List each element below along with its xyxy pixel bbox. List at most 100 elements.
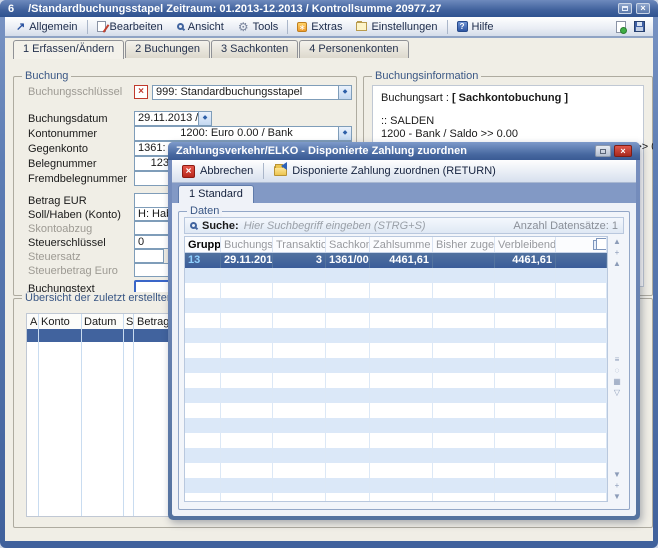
chart-icon[interactable]: ▦: [613, 376, 621, 387]
scroll-up-icon[interactable]: ▲: [613, 258, 621, 269]
dialog-table-empty-row[interactable]: [185, 358, 607, 373]
dialog-title: Zahlungsverkehr/ELKO - Disponierte Zahlu…: [176, 145, 467, 157]
dialog-table-empty-row[interactable]: [185, 268, 607, 283]
label-kontonummer: Kontonummer: [28, 128, 97, 140]
dialog-tab-standard[interactable]: 1 Standard: [178, 185, 254, 203]
tab-buchungen[interactable]: 2 Buchungen: [125, 40, 210, 58]
menu-ansicht[interactable]: Ansicht: [170, 19, 231, 35]
dialog-table-empty-row[interactable]: [185, 388, 607, 403]
close-button[interactable]: ×: [636, 3, 650, 14]
column-picker-icon[interactable]: [593, 240, 603, 250]
zuordnen-label: Disponierte Zahlung zuordnen (RETURN): [292, 165, 496, 177]
filter-icon[interactable]: ▽: [614, 387, 620, 398]
save-icon[interactable]: [634, 21, 645, 32]
tab-sachkonten[interactable]: 3 Sachkonten: [211, 40, 298, 58]
menu-label: Einstellungen: [371, 21, 437, 33]
label-buchungsdatum: Buchungsdatum: [28, 113, 108, 125]
steuersatz-field[interactable]: [134, 249, 164, 263]
ruler-icon[interactable]: ≡: [615, 354, 620, 365]
dialog-close-button[interactable]: ×: [614, 145, 632, 157]
menu-label: Tools: [253, 21, 279, 33]
cell-buchungsdatum: 29.11.2013 /Fr: [221, 253, 273, 268]
menu-tools[interactable]: ⚙ Tools: [231, 19, 285, 35]
kontonummer-combo[interactable]: 1200: Euro 0.00 / Bank ◆: [134, 126, 352, 141]
dialog-table-header: Gruppe Buchungsdatum Transaktion Sachkon…: [185, 237, 607, 253]
column-divider: [38, 314, 39, 516]
buchungsdatum-field[interactable]: 29.11.2013 /Fr◆: [134, 111, 212, 126]
combo-drop-icon[interactable]: ◆: [338, 86, 351, 99]
dialog-table-empty-row[interactable]: [185, 418, 607, 433]
buchungsart-line: Buchungsart : [ Sachkontobuchung ]: [381, 92, 635, 104]
dialog-table-selected-row[interactable]: 13 29.11.2013 /Fr 3 1361/000 4461,61 446…: [185, 253, 607, 268]
gear-icon: ⚙: [238, 21, 249, 33]
main-window: 6 /Standardbuchungsstapel Zeitraum: 01.2…: [0, 0, 658, 548]
dialog-table-empty-row[interactable]: [185, 448, 607, 463]
clear-buchungsschluessel-button[interactable]: ×: [134, 85, 148, 99]
menu-extras[interactable]: ∗ Extras: [290, 19, 349, 35]
zuordnen-button[interactable]: Disponierte Zahlung zuordnen (RETURN): [270, 163, 500, 179]
spinner-icon[interactable]: ◆: [198, 112, 211, 125]
window-title: /Standardbuchungsstapel Zeitraum: 01.201…: [28, 3, 614, 15]
col-gruppe[interactable]: Gruppe: [185, 237, 221, 252]
dialog-table-empty-row[interactable]: [185, 298, 607, 313]
new-document-icon[interactable]: [616, 21, 626, 33]
col-buchungsdatum[interactable]: Buchungsdatum: [221, 237, 273, 252]
dialog-restore-button[interactable]: [595, 145, 611, 157]
menu-bearbeiten[interactable]: Bearbeiten: [90, 19, 170, 35]
combo-drop-icon[interactable]: ◆: [338, 127, 351, 140]
arrow-up-right-icon: ↗: [16, 20, 25, 33]
dialog-table-empty-row[interactable]: [185, 463, 607, 478]
scroll-top-icon[interactable]: ▲: [613, 236, 621, 247]
column-divider: [81, 314, 82, 516]
dialog-table-empty-row[interactable]: [185, 343, 607, 358]
col-verbleibend[interactable]: Verbleibend €: [495, 237, 556, 252]
restore-icon: [622, 6, 628, 11]
toolbar-separator: [263, 163, 264, 179]
menu-hilfe[interactable]: ? Hilfe: [450, 19, 501, 35]
menu-separator: [87, 20, 88, 34]
dialog-client-area: × Abbrechen Disponierte Zahlung zuordnen…: [172, 160, 636, 516]
tab-erfassen-aendern[interactable]: 1 Erfassen/Ändern: [13, 40, 124, 59]
abbrechen-button[interactable]: × Abbrechen: [178, 163, 257, 180]
steuerschluessel-value: 0: [138, 236, 144, 248]
row-remove-icon[interactable]: +: [615, 480, 620, 491]
kontonummer-value: 1200: Euro 0.00 / Bank: [180, 127, 293, 139]
label-fremdbelegnummer: Fremdbelegnummer: [28, 173, 127, 185]
dialog-table-empty-row[interactable]: [185, 328, 607, 343]
steuerschluessel-field[interactable]: 0: [134, 235, 170, 249]
tab-personenkonten[interactable]: 4 Personenkonten: [299, 40, 408, 58]
dialog-table-empty-row[interactable]: [185, 373, 607, 388]
menubar: ↗ Allgemein Bearbeiten Ansicht ⚙ Tools: [5, 17, 653, 38]
dialog-table-empty-row[interactable]: [185, 313, 607, 328]
menu-einstellungen[interactable]: Einstellungen: [349, 19, 444, 35]
dialog-table-empty-row[interactable]: [185, 283, 607, 298]
dialog-table-empty-row[interactable]: [185, 493, 607, 502]
col-transaktion[interactable]: Transaktion: [273, 237, 326, 252]
col-konto[interactable]: Konto: [41, 316, 70, 328]
application: 6 /Standardbuchungsstapel Zeitraum: 01.2…: [0, 0, 658, 548]
dialog-toolbar: × Abbrechen Disponierte Zahlung zuordnen…: [172, 160, 636, 183]
scroll-bottom-icon[interactable]: ▼: [613, 491, 621, 502]
col-zahlsumme[interactable]: Zahlsumme €: [370, 237, 433, 252]
search-input[interactable]: Hier Suchbegriff eingeben (STRG+S): [244, 220, 509, 232]
dialog-table-empty-row[interactable]: [185, 478, 607, 493]
scroll-down-icon[interactable]: ▼: [613, 469, 621, 480]
cell-gruppe: 13: [185, 253, 221, 268]
col-a[interactable]: A: [30, 316, 37, 328]
dialog-table-empty-row[interactable]: [185, 403, 607, 418]
dialog-table-empty-row[interactable]: [185, 433, 607, 448]
cell-sachkonto: 1361/000: [326, 253, 370, 268]
col-sachkonto[interactable]: Sachkonto: [326, 237, 370, 252]
col-bisher-zugeordnet[interactable]: Bisher zugeordnet: [433, 237, 495, 252]
group-daten: Daten Suche: Hier Suchbegriff eingeben (…: [178, 211, 630, 510]
buchungsschluessel-combo[interactable]: 999: Standardbuchungsstapel◆: [152, 85, 352, 100]
menu-allgemein[interactable]: ↗ Allgemein: [9, 18, 85, 35]
column-divider: [133, 314, 134, 516]
restore-button[interactable]: [618, 3, 632, 14]
cell-transaktion: 3: [273, 253, 326, 268]
col-datum[interactable]: Datum: [84, 316, 116, 328]
label-betrag-eur: Betrag EUR: [28, 195, 87, 207]
row-insert-icon[interactable]: +: [615, 247, 620, 258]
search-bar[interactable]: Suche: Hier Suchbegriff eingeben (STRG+S…: [184, 217, 624, 234]
magnifier-icon[interactable]: ◌: [615, 365, 620, 376]
